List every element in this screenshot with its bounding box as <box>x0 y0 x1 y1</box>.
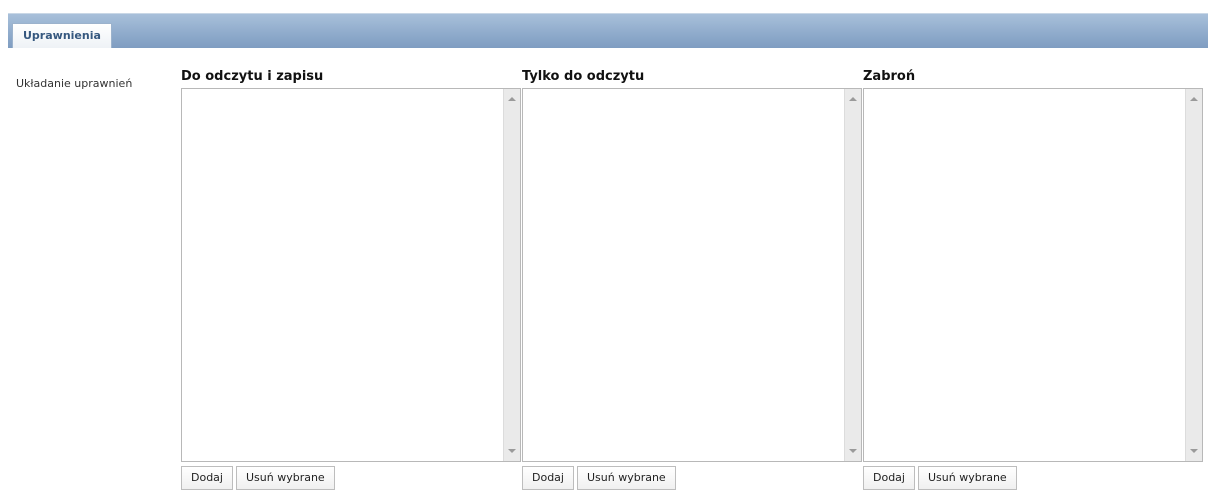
scroll-down-icon[interactable] <box>1190 449 1198 453</box>
scroll-up-icon[interactable] <box>1190 97 1198 101</box>
column-title: Tylko do odczytu <box>522 69 645 84</box>
scroll-up-icon[interactable] <box>849 97 857 101</box>
remove-selected-button[interactable]: Usuń wybrane <box>576 466 676 490</box>
scroll-down-icon[interactable] <box>849 449 857 453</box>
add-button[interactable]: Dodaj <box>181 466 233 490</box>
read-write-listbox[interactable] <box>181 88 521 462</box>
listbox-scrollbar[interactable] <box>1185 89 1202 461</box>
deny-listbox[interactable] <box>863 88 1203 462</box>
remove-selected-button[interactable]: Usuń wybrane <box>917 466 1017 490</box>
listbox-scrollbar[interactable] <box>844 89 861 461</box>
scroll-up-icon[interactable] <box>508 97 516 101</box>
scroll-down-icon[interactable] <box>508 449 516 453</box>
read-only-listbox[interactable] <box>522 88 862 462</box>
column-buttons: Dodaj Usuń wybrane <box>181 466 523 490</box>
listbox-scrollbar[interactable] <box>503 89 520 461</box>
column-title: Zabroń <box>863 69 916 84</box>
tab-uprawnienia[interactable]: Uprawnienia <box>12 23 112 48</box>
column-deny: Zabroń Dodaj Usuń wybrane <box>863 68 1205 490</box>
column-buttons: Dodaj Usuń wybrane <box>522 466 864 490</box>
column-read-only: Tylko do odczytu Dodaj Usuń wybrane <box>522 68 864 490</box>
tab-bar: Uprawnienia <box>8 13 1208 48</box>
add-button[interactable]: Dodaj <box>863 466 915 490</box>
add-button[interactable]: Dodaj <box>522 466 574 490</box>
column-title: Do odczytu i zapisu <box>181 69 324 84</box>
column-buttons: Dodaj Usuń wybrane <box>863 466 1205 490</box>
section-label: Układanie uprawnień <box>16 77 133 90</box>
column-read-write: Do odczytu i zapisu Dodaj Usuń wybrane <box>181 68 523 490</box>
remove-selected-button[interactable]: Usuń wybrane <box>235 466 335 490</box>
